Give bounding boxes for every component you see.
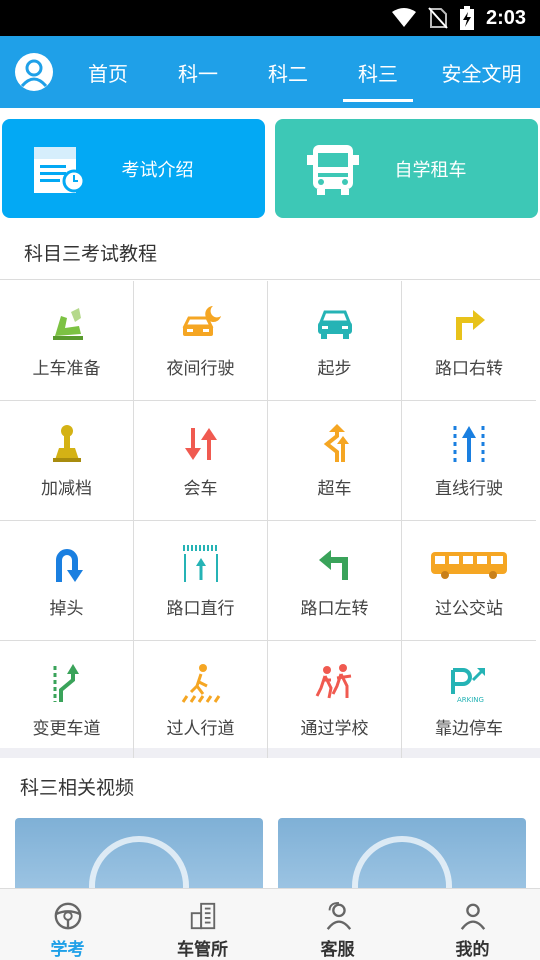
night-car-icon: [182, 306, 221, 336]
tab-subject-two[interactable]: 科二: [243, 36, 333, 108]
play-icon: [89, 836, 189, 888]
main-content: 考试介绍 自学租车 科目三考试教程 上车准备 夜间行驶 起步 路口右转 加减档 …: [0, 108, 540, 888]
tutorial-section: 科目三考试教程 上车准备 夜间行驶 起步 路口右转 加减档 会车 超车 直线行驶…: [0, 228, 540, 761]
tab-label: 首页: [88, 61, 128, 86]
tutorial-item-intersection-straight[interactable]: 路口直行: [134, 521, 268, 641]
steering-wheel-icon: [54, 902, 81, 930]
turn-right-icon: [456, 310, 485, 340]
tab-safety[interactable]: 安全文明: [423, 36, 540, 108]
video-section: 科三相关视频: [0, 758, 540, 888]
bottom-nav-label: 车管所: [177, 940, 228, 960]
bottom-nav-label: 学考: [50, 940, 85, 960]
bottom-nav-label: 客服: [320, 940, 355, 960]
tutorial-item-label: 会车: [183, 479, 218, 499]
wifi-icon: [391, 8, 416, 27]
bus-rental-label: 自学租车: [394, 159, 467, 181]
battery-charging-icon: [459, 6, 474, 30]
tutorial-item-label: 夜间行驶: [166, 359, 235, 379]
bus-rental-icon: [307, 144, 359, 195]
bottom-nav: 学考 车管所 客服 我的: [0, 888, 540, 960]
tutorial-item-label: 路口右转: [435, 359, 503, 379]
avatar[interactable]: [15, 53, 53, 91]
user-icon: [460, 903, 485, 930]
tutorial-item-label: 上车准备: [32, 359, 101, 379]
tutorial-item-u-turn[interactable]: 掉头: [0, 521, 134, 641]
tutorial-item-label: 过公交站: [435, 599, 503, 619]
tutorial-item-overtake[interactable]: 超车: [268, 401, 402, 521]
tab-home[interactable]: 首页: [63, 36, 153, 108]
tutorial-item-turn-right[interactable]: 路口右转: [402, 281, 536, 401]
tutorial-item-boarding[interactable]: 上车准备: [0, 281, 134, 401]
tutorial-item-label: 加减档: [41, 479, 92, 499]
crosswalk-icon: [181, 664, 220, 703]
tab-label: 安全文明: [441, 61, 522, 86]
tutorial-item-parking[interactable]: ARKING 靠边停车: [402, 641, 536, 761]
bottom-nav-dmv[interactable]: 车管所: [135, 889, 270, 960]
bus-stop-icon: [431, 552, 507, 579]
bus-rental-card[interactable]: 自学租车: [275, 119, 538, 218]
svg-text:ARKING: ARKING: [457, 696, 484, 704]
tutorial-item-meeting[interactable]: 会车: [134, 401, 268, 521]
customer-service-icon: [326, 901, 351, 930]
section-title: 科三相关视频: [20, 777, 135, 799]
bottom-nav-mine[interactable]: 我的: [405, 889, 540, 960]
tab-subject-one[interactable]: 科一: [153, 36, 243, 108]
meeting-cars-icon: [184, 428, 217, 460]
tutorial-item-bus-stop[interactable]: 过公交站: [402, 521, 536, 641]
play-icon: [352, 836, 452, 888]
tab-label: 科二: [268, 61, 308, 86]
clock: 2:03: [485, 6, 526, 29]
tutorial-item-crosswalk[interactable]: 过人行道: [134, 641, 268, 761]
tutorial-item-label: 变更车道: [32, 719, 101, 739]
tutorial-grid: 上车准备 夜间行驶 起步 路口右转 加减档 会车 超车 直线行驶 掉头 路口直行…: [0, 281, 540, 761]
tutorial-item-label: 掉头: [49, 599, 84, 619]
car-start-icon: [317, 310, 352, 339]
tutorial-item-label: 直线行驶: [435, 479, 503, 499]
tab-label: 科一: [178, 61, 218, 86]
no-sim-icon: [428, 7, 448, 29]
tutorial-item-label: 路口直行: [166, 599, 235, 619]
bottom-nav-service[interactable]: 客服: [270, 889, 405, 960]
feature-cards: 考试介绍 自学租车: [0, 108, 540, 228]
section-title: 科目三考试教程: [0, 228, 540, 280]
tutorial-item-school[interactable]: 通过学校: [268, 641, 402, 761]
tutorial-item-straight-driving[interactable]: 直线行驶: [402, 401, 536, 521]
tab-label: 科三: [358, 61, 398, 86]
exam-intro-card[interactable]: 考试介绍: [2, 119, 265, 218]
parking-icon: ARKING: [451, 668, 485, 704]
tab-subject-three[interactable]: 科三: [333, 36, 423, 108]
overtake-icon: [323, 424, 349, 462]
tutorial-item-label: 通过学校: [300, 719, 369, 739]
tutorial-item-label: 靠边停车: [435, 719, 503, 739]
tutorial-item-label: 超车: [317, 479, 352, 499]
building-icon: [190, 902, 215, 930]
tutorial-item-start[interactable]: 起步: [268, 281, 402, 401]
tutorial-item-label: 过人行道: [166, 719, 235, 739]
video-thumbnail[interactable]: [15, 818, 263, 888]
bottom-nav-label: 我的: [455, 940, 490, 960]
seat-icon: [52, 308, 83, 340]
gear-shift-icon: [52, 425, 81, 462]
u-turn-icon: [55, 549, 83, 582]
intersection-straight-icon: [182, 545, 219, 582]
exam-intro-label: 考试介绍: [121, 159, 194, 181]
tutorial-item-turn-left[interactable]: 路口左转: [268, 521, 402, 641]
tutorial-item-gear-shift[interactable]: 加减档: [0, 401, 134, 521]
video-thumbnail[interactable]: [278, 818, 526, 888]
lane-change-icon: [53, 664, 79, 702]
tutorial-item-night-driving[interactable]: 夜间行驶: [134, 281, 268, 401]
user-avatar-icon: [20, 59, 48, 88]
exam-intro-icon: [34, 146, 86, 193]
straight-lane-icon: [453, 426, 485, 462]
bottom-nav-study[interactable]: 学考: [0, 889, 135, 960]
top-nav: 首页 科一 科二 科三 安全文明: [0, 36, 540, 108]
tutorial-item-label: 路口左转: [300, 599, 369, 619]
turn-left-icon: [318, 550, 348, 580]
school-icon: [315, 664, 351, 699]
tutorial-item-label: 起步: [317, 359, 352, 379]
tutorial-item-lane-change[interactable]: 变更车道: [0, 641, 134, 761]
status-bar: 2:03: [0, 0, 540, 36]
